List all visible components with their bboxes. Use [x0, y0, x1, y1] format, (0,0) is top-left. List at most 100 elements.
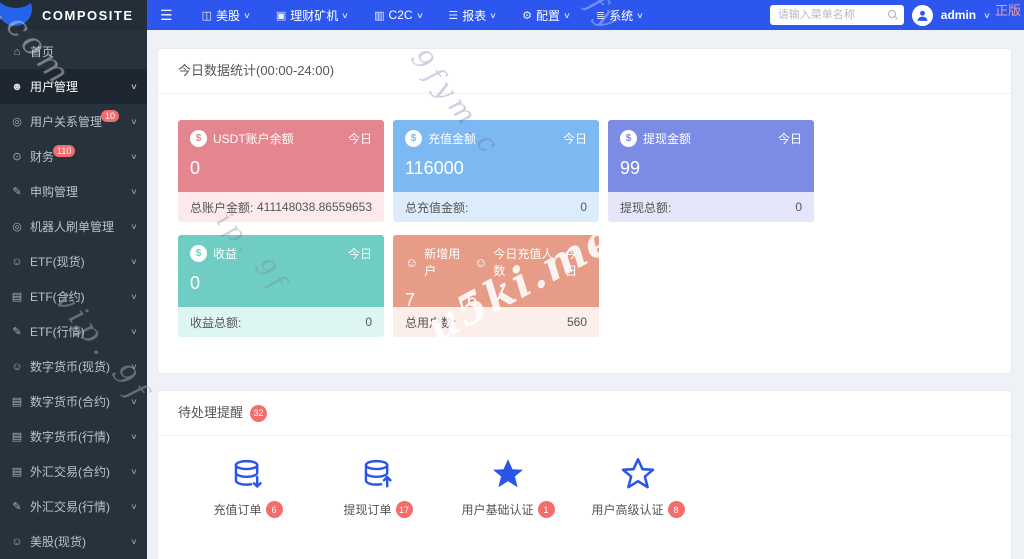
- search-icon[interactable]: [888, 10, 898, 20]
- coin-icon: $: [620, 130, 637, 147]
- stat-cards: $ USDT账户余额 今日 0 总账户金额: 411148038.8655965…: [158, 94, 1011, 373]
- stat-foot-value: 0: [580, 200, 587, 214]
- sidebar-item-user-management[interactable]: ☻ 用户管理 ∨: [0, 69, 147, 104]
- sidebar-item-usstock-spot[interactable]: ☺ 美股(现货) ∨: [0, 524, 147, 559]
- sidebar-item-home[interactable]: ⌂ 首页: [0, 34, 147, 69]
- stat-value: 99: [620, 158, 802, 179]
- robot-icon: ◎: [10, 220, 24, 233]
- sidebar-item-user-relations[interactable]: ◎ 用户关系管理 10 ∨: [0, 104, 147, 139]
- sidebar-toggle-icon[interactable]: ☰: [147, 7, 186, 24]
- stat-card-profit: $ 收益 今日 0 收益总额: 0: [178, 235, 384, 337]
- stat-foot-value: 0: [795, 200, 802, 214]
- stat-card-new-users: ☺ 新增用户 ☺ 今日充值人数 今日 7 6: [393, 235, 599, 337]
- sidebar-item-crypto-contract[interactable]: ▤ 数字货币(合约) ∨: [0, 384, 147, 419]
- chevron-down-icon: ∨: [130, 537, 138, 546]
- chevron-down-icon: ∨: [341, 11, 349, 20]
- pencil-icon: ✎: [10, 325, 24, 338]
- chevron-down-icon: ∨: [243, 11, 251, 20]
- sidebar-item-etf-quotes[interactable]: ✎ ETF(行情) ∨: [0, 314, 147, 349]
- coin-icon: $: [405, 130, 422, 147]
- logo-text: COMPOSITE: [42, 8, 134, 23]
- sidebar-item-finance[interactable]: ⊙ 财务 110 ∨: [0, 139, 147, 174]
- nav-item-mining[interactable]: ▣ 理财矿机 ∨: [276, 7, 348, 24]
- count-badge: 32: [250, 405, 267, 422]
- top-nav: ◫ 美股 ∨ ▣ 理财矿机 ∨ ▥ C2C ∨ ☰ 报表 ∨: [202, 7, 643, 24]
- stat-foot-label: 总充值金额:: [405, 199, 468, 216]
- list-icon: ≣: [596, 9, 605, 22]
- sidebar-item-crypto-quotes[interactable]: ▤ 数字货币(行情) ∨: [0, 419, 147, 454]
- stat-value: 0: [190, 273, 372, 294]
- chevron-down-icon: ∨: [130, 502, 138, 511]
- circle-dot-icon: ⊙: [10, 150, 24, 163]
- pending-basic-verification[interactable]: 用户基础认证 1: [443, 456, 573, 518]
- sidebar-item-etf-contract[interactable]: ▤ ETF(合约) ∨: [0, 279, 147, 314]
- stat-card-usdt-balance: $ USDT账户余额 今日 0 总账户金额: 411148038.8655965…: [178, 120, 384, 222]
- today-tag: 今日: [348, 245, 372, 262]
- pending-advanced-verification[interactable]: 用户高级认证 8: [573, 456, 703, 518]
- chevron-down-icon: ∨: [130, 117, 138, 126]
- chart-icon: ◫: [202, 9, 212, 22]
- search-input[interactable]: [776, 8, 884, 22]
- top-nav-bar: ☰ ◫ 美股 ∨ ▣ 理财矿机 ∨ ▥ C2C ∨ ☰: [147, 0, 1024, 30]
- stat-label: 今日充值人数: [493, 245, 559, 279]
- sidebar-item-forex-contract[interactable]: ▤ 外汇交易(合约) ∨: [0, 454, 147, 489]
- stat-label: 收益: [213, 245, 237, 262]
- smiley-icon: ☺: [10, 536, 24, 548]
- database-down-icon: [231, 456, 265, 492]
- document-icon: ▤: [10, 290, 24, 303]
- document-icon: ▤: [10, 395, 24, 408]
- sidebar: ⌂ 首页 ☻ 用户管理 ∨ ◎ 用户关系管理 10 ∨ ⊙ 财务 110 ∨ ✎…: [0, 30, 147, 559]
- sidebar-item-robot-orders[interactable]: ◎ 机器人刷单管理 ∨: [0, 209, 147, 244]
- count-badge: 17: [396, 501, 413, 518]
- menu-search: [770, 5, 904, 25]
- home-icon: ⌂: [10, 46, 24, 58]
- avatar[interactable]: [912, 5, 933, 26]
- stat-foot-value: 411148038.86559653: [257, 200, 372, 214]
- nav-item-config[interactable]: ⚙ 配置 ∨: [522, 7, 570, 24]
- nav-item-system[interactable]: ≣ 系统 ∨: [596, 7, 643, 24]
- today-tag: 今日: [563, 130, 587, 147]
- user-avatar-icon: [916, 9, 929, 22]
- sidebar-item-subscription[interactable]: ✎ 申购管理 ∨: [0, 174, 147, 209]
- stat-value-new-users: 7: [405, 290, 415, 311]
- sidebar-item-etf-spot[interactable]: ☺ ETF(现货) ∨: [0, 244, 147, 279]
- list-icon: ☰: [448, 9, 458, 22]
- sidebar-item-crypto-spot[interactable]: ☺ 数字货币(现货) ∨: [0, 349, 147, 384]
- chevron-down-icon: ∨: [130, 467, 138, 476]
- chevron-down-icon[interactable]: ∨: [983, 11, 991, 20]
- top-bar: COMPOSITE ☰ ◫ 美股 ∨ ▣ 理财矿机 ∨ ▥ C2C ∨: [0, 0, 1024, 30]
- count-badge: 6: [266, 501, 283, 518]
- chevron-down-icon: ∨: [130, 327, 138, 336]
- star-outline-icon: [620, 456, 656, 492]
- pencil-icon: ✎: [10, 500, 24, 513]
- nav-item-us-stock[interactable]: ◫ 美股 ∨: [202, 7, 250, 24]
- nav-item-c2c[interactable]: ▥ C2C ∨: [374, 8, 422, 22]
- database-up-icon: [361, 456, 395, 492]
- chevron-down-icon: ∨: [130, 187, 138, 196]
- panel-icon: ▥: [374, 9, 384, 22]
- stat-foot-label: 总用户数:: [405, 314, 456, 331]
- smiley-icon: ☺: [10, 256, 24, 268]
- stat-foot-value: 0: [365, 315, 372, 329]
- nav-item-reports[interactable]: ☰ 报表 ∨: [448, 7, 496, 24]
- panel-title: 待处理提醒 32: [158, 391, 1011, 436]
- chevron-down-icon: ∨: [416, 11, 424, 20]
- pending-recharge-orders[interactable]: 充值订单 6: [183, 456, 313, 518]
- pencil-icon: ✎: [10, 185, 24, 198]
- sidebar-item-forex-quotes[interactable]: ✎ 外汇交易(行情) ∨: [0, 489, 147, 524]
- document-icon: ▤: [10, 430, 24, 443]
- stat-foot-label: 提现总额:: [620, 199, 671, 216]
- count-badge: 1: [538, 501, 555, 518]
- pending-reminders-panel: 待处理提醒 32 充值订单 6: [157, 390, 1012, 559]
- chevron-down-icon: ∨: [130, 292, 138, 301]
- coin-icon: $: [190, 130, 207, 147]
- chevron-down-icon: ∨: [130, 362, 138, 371]
- stat-value-recharge-users: 6: [467, 290, 477, 311]
- pending-withdraw-orders[interactable]: 提现订单 17: [313, 456, 443, 518]
- main-content: 今日数据统计(00:00-24:00) $ USDT账户余额 今日 0: [147, 30, 1024, 559]
- username[interactable]: admin: [941, 8, 976, 22]
- chevron-down-icon: ∨: [489, 11, 497, 20]
- stat-label: 新增用户: [424, 245, 468, 279]
- count-badge: 8: [668, 501, 685, 518]
- stat-card-withdraw-amount: $ 提现金额 今日 99 提现总额: 0: [608, 120, 814, 222]
